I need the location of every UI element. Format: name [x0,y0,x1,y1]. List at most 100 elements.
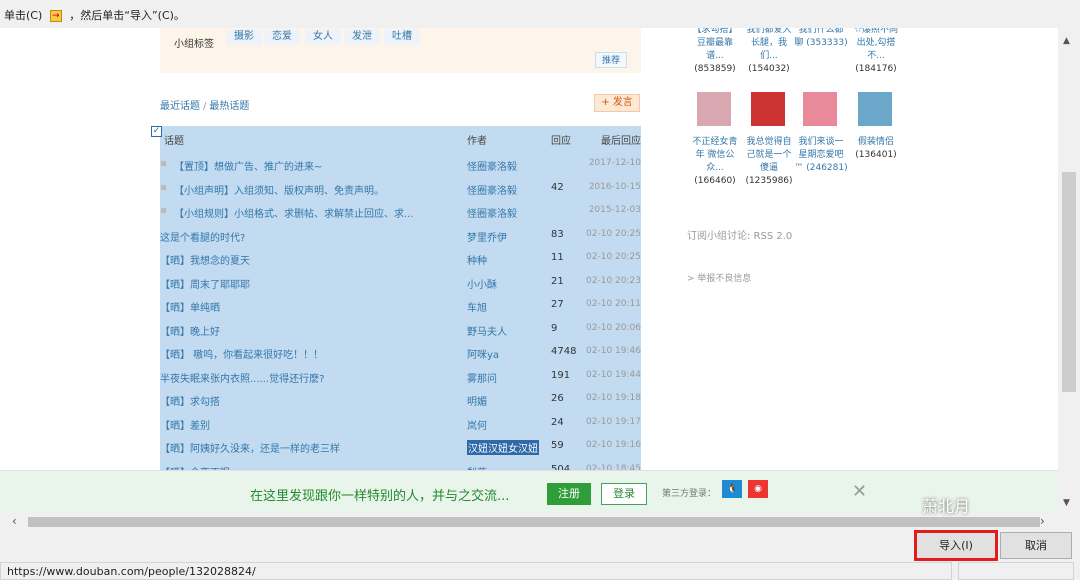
last-reply-time: 2016-10-15 [588,181,641,192]
group-name-line[interactable]: 傻逼 [741,162,797,175]
topic-title-link[interactable]: 【晒】我想念的夏天 [160,252,250,267]
group-card[interactable]: 【求勾搭】 豆瓣最靠 谱... (853859) [687,28,743,76]
pin-icon [161,161,166,166]
last-reply-time: 02-10 19:17 [586,416,641,427]
scroll-right-icon[interactable]: › [1040,514,1045,528]
group-name-line[interactable]: 谱... [687,50,743,63]
scrollbar-thumb[interactable] [1062,172,1076,392]
group-name-line[interactable]: 【求勾搭】 [687,28,743,37]
highlight-box [914,530,998,561]
group-name-line[interactable]: 出处,勾搭 [848,37,904,50]
login-button[interactable]: 登录 [601,483,647,505]
close-icon[interactable]: ✕ [852,481,867,502]
group-card[interactable]: 不正经女青年 微信公 众... (166460) [687,136,743,188]
tag-photography[interactable]: 摄影 [226,29,262,45]
instruction-bar: 单击(C) → ，然后单击“导入”(C)。 [0,0,1080,28]
group-name-line[interactable]: 我总觉得自 [741,136,797,149]
topic-title-link[interactable]: 【晒】周末了耶耶耶 [160,276,250,291]
topic-title-link[interactable]: 半夜失眠来张内衣照......觉得还行麽? [160,370,324,385]
topic-title-link[interactable]: 【晒】求勾搭 [160,393,220,408]
author-link[interactable]: 小小酥 [467,276,497,291]
author-link[interactable]: 车旭 [467,299,487,314]
hscroll-thumb[interactable] [28,517,1040,527]
tag-women[interactable]: 女人 [305,29,341,45]
author-link[interactable]: 怪圈豪洛毅 [467,158,517,173]
group-member-count: (1235986) [745,176,793,186]
tab-hot-topics[interactable]: 最热话题 [209,101,249,112]
tab-recent-topics[interactable]: 最近话题 [160,101,200,112]
group-card[interactable]: 我们什么都聊 (353333) [793,28,849,50]
topic-title-link[interactable]: 【晒】晚上好 [160,323,220,338]
table-row: 【晒】求勾搭 明媚 26 02-10 19:18 [160,388,641,411]
group-name-line[interactable]: 我们来谈一 [793,136,849,149]
group-name-line[interactable]: 我们都爱大 [741,28,797,37]
group-name-line[interactable]: 不... [848,50,904,63]
recommend-button[interactable]: 推荐 [594,52,627,68]
topic-title-link[interactable]: 【置顶】想做广告、推广的进来~ [174,158,322,173]
group-name-line[interactable]: 聊 (353333) [793,37,849,50]
group-card[interactable]: 我们都爱大 长腿，我 们... (154032) [741,28,797,76]
group-name-line[interactable]: 假装情侣 [848,136,904,149]
author-link[interactable]: 怪圈豪洛毅 [467,182,517,197]
cancel-button[interactable]: 取消 [1000,532,1072,559]
author-link[interactable]: 梦里乔伊 [467,229,507,244]
scroll-down-icon[interactable]: ▼ [1063,498,1070,508]
group-name-line[interactable]: ☆爆照不同 [848,28,904,37]
author-link[interactable]: 岚何 [467,417,487,432]
group-avatar[interactable] [697,92,731,126]
group-name-line[interactable]: 我们什么都 [793,28,849,37]
group-card[interactable]: ☆爆照不同 出处,勾搭 不... (184176) [848,28,904,76]
group-name-line[interactable]: ™ (246281) [793,162,849,175]
author-link[interactable]: 野马夫人 [467,323,507,338]
tag-love[interactable]: 恋爱 [264,29,300,45]
select-checkbox[interactable]: ✓ [151,126,162,137]
qq-login-icon[interactable]: 🐧 [722,480,742,498]
topic-title-link[interactable]: 【小组规则】小组格式、求删帖、求解禁止回应、求... [174,205,414,220]
tag-rant[interactable]: 吐槽 [384,29,420,45]
rss-link[interactable]: 订阅小组讨论: RSS 2.0 [687,227,792,242]
group-name-line[interactable]: 们... [741,50,797,63]
topic-title-link[interactable]: 【晒】单纯晒 [160,299,220,314]
topic-title-link[interactable]: 【晒】 嗷呜，你看起来很好吃！！！ [160,346,323,361]
topic-title-link[interactable]: 【晒】阿姨好久没来，还是一样的老三样 [160,440,340,455]
author-link[interactable]: 雾那问 [467,370,497,385]
tag-vent[interactable]: 发泄 [344,29,380,45]
group-name-line[interactable]: 众... [687,162,743,175]
group-card[interactable]: 假装情侣 (136401) [848,136,904,162]
vertical-scrollbar[interactable]: ▲ ▼ [1058,28,1080,514]
topic-title-link[interactable]: 【晒】差别 [160,417,210,432]
author-link[interactable]: 种种 [467,252,487,267]
reply-count: 191 [551,369,571,381]
group-card[interactable]: 我们来谈一 星期恋爱吧 ™ (246281) [793,136,849,175]
group-name-line[interactable]: 己就是一个 [741,149,797,162]
post-button[interactable]: + 发言 [594,94,640,112]
report-link[interactable]: > 举报不良信息 [687,271,751,284]
scroll-up-icon[interactable]: ▲ [1063,36,1070,46]
reply-count: 42 [551,181,564,193]
last-reply-time: 02-10 19:46 [586,346,641,356]
weibo-login-icon[interactable]: ◉ [748,480,768,498]
table-row: 【小组声明】入组须知、版权声明、免责声明。 怪圈豪洛毅 42 2016-10-15 [160,177,641,200]
pin-icon [161,184,166,190]
reply-count: 4748 [551,346,577,357]
group-avatar[interactable] [803,92,837,126]
group-name-line[interactable]: 长腿，我 [741,37,797,50]
register-button[interactable]: 注册 [547,483,591,505]
author-link[interactable]: 阿咪ya [467,346,499,361]
group-card[interactable]: 我总觉得自 己就是一个 傻逼 (1235986) [741,136,797,188]
group-name-line[interactable]: 星期恋爱吧 [793,149,849,162]
banner-message: 在这里发现跟你一样特别的人，并与之交流... [250,489,510,504]
author-link[interactable]: 怪圈豪洛毅 [467,205,517,220]
group-avatar[interactable] [751,92,785,126]
group-avatar[interactable] [858,92,892,126]
group-name-line[interactable]: 年 微信公 [687,149,743,162]
horizontal-scrollbar[interactable]: ‹ › [0,514,1058,530]
group-name-line[interactable]: 豆瓣最靠 [687,37,743,50]
topic-title-link[interactable]: 这是个看腿的时代? [160,229,245,244]
author-link[interactable]: 汉妞汉妞女汉妞 [467,440,539,455]
topic-title-link[interactable]: 【小组声明】入组须知、版权声明、免责声明。 [174,182,384,197]
group-name-line[interactable]: 不正经女青 [687,136,743,149]
scroll-left-icon[interactable]: ‹ [12,514,17,528]
author-link[interactable]: 明媚 [467,393,487,408]
reply-count: 83 [551,228,564,240]
